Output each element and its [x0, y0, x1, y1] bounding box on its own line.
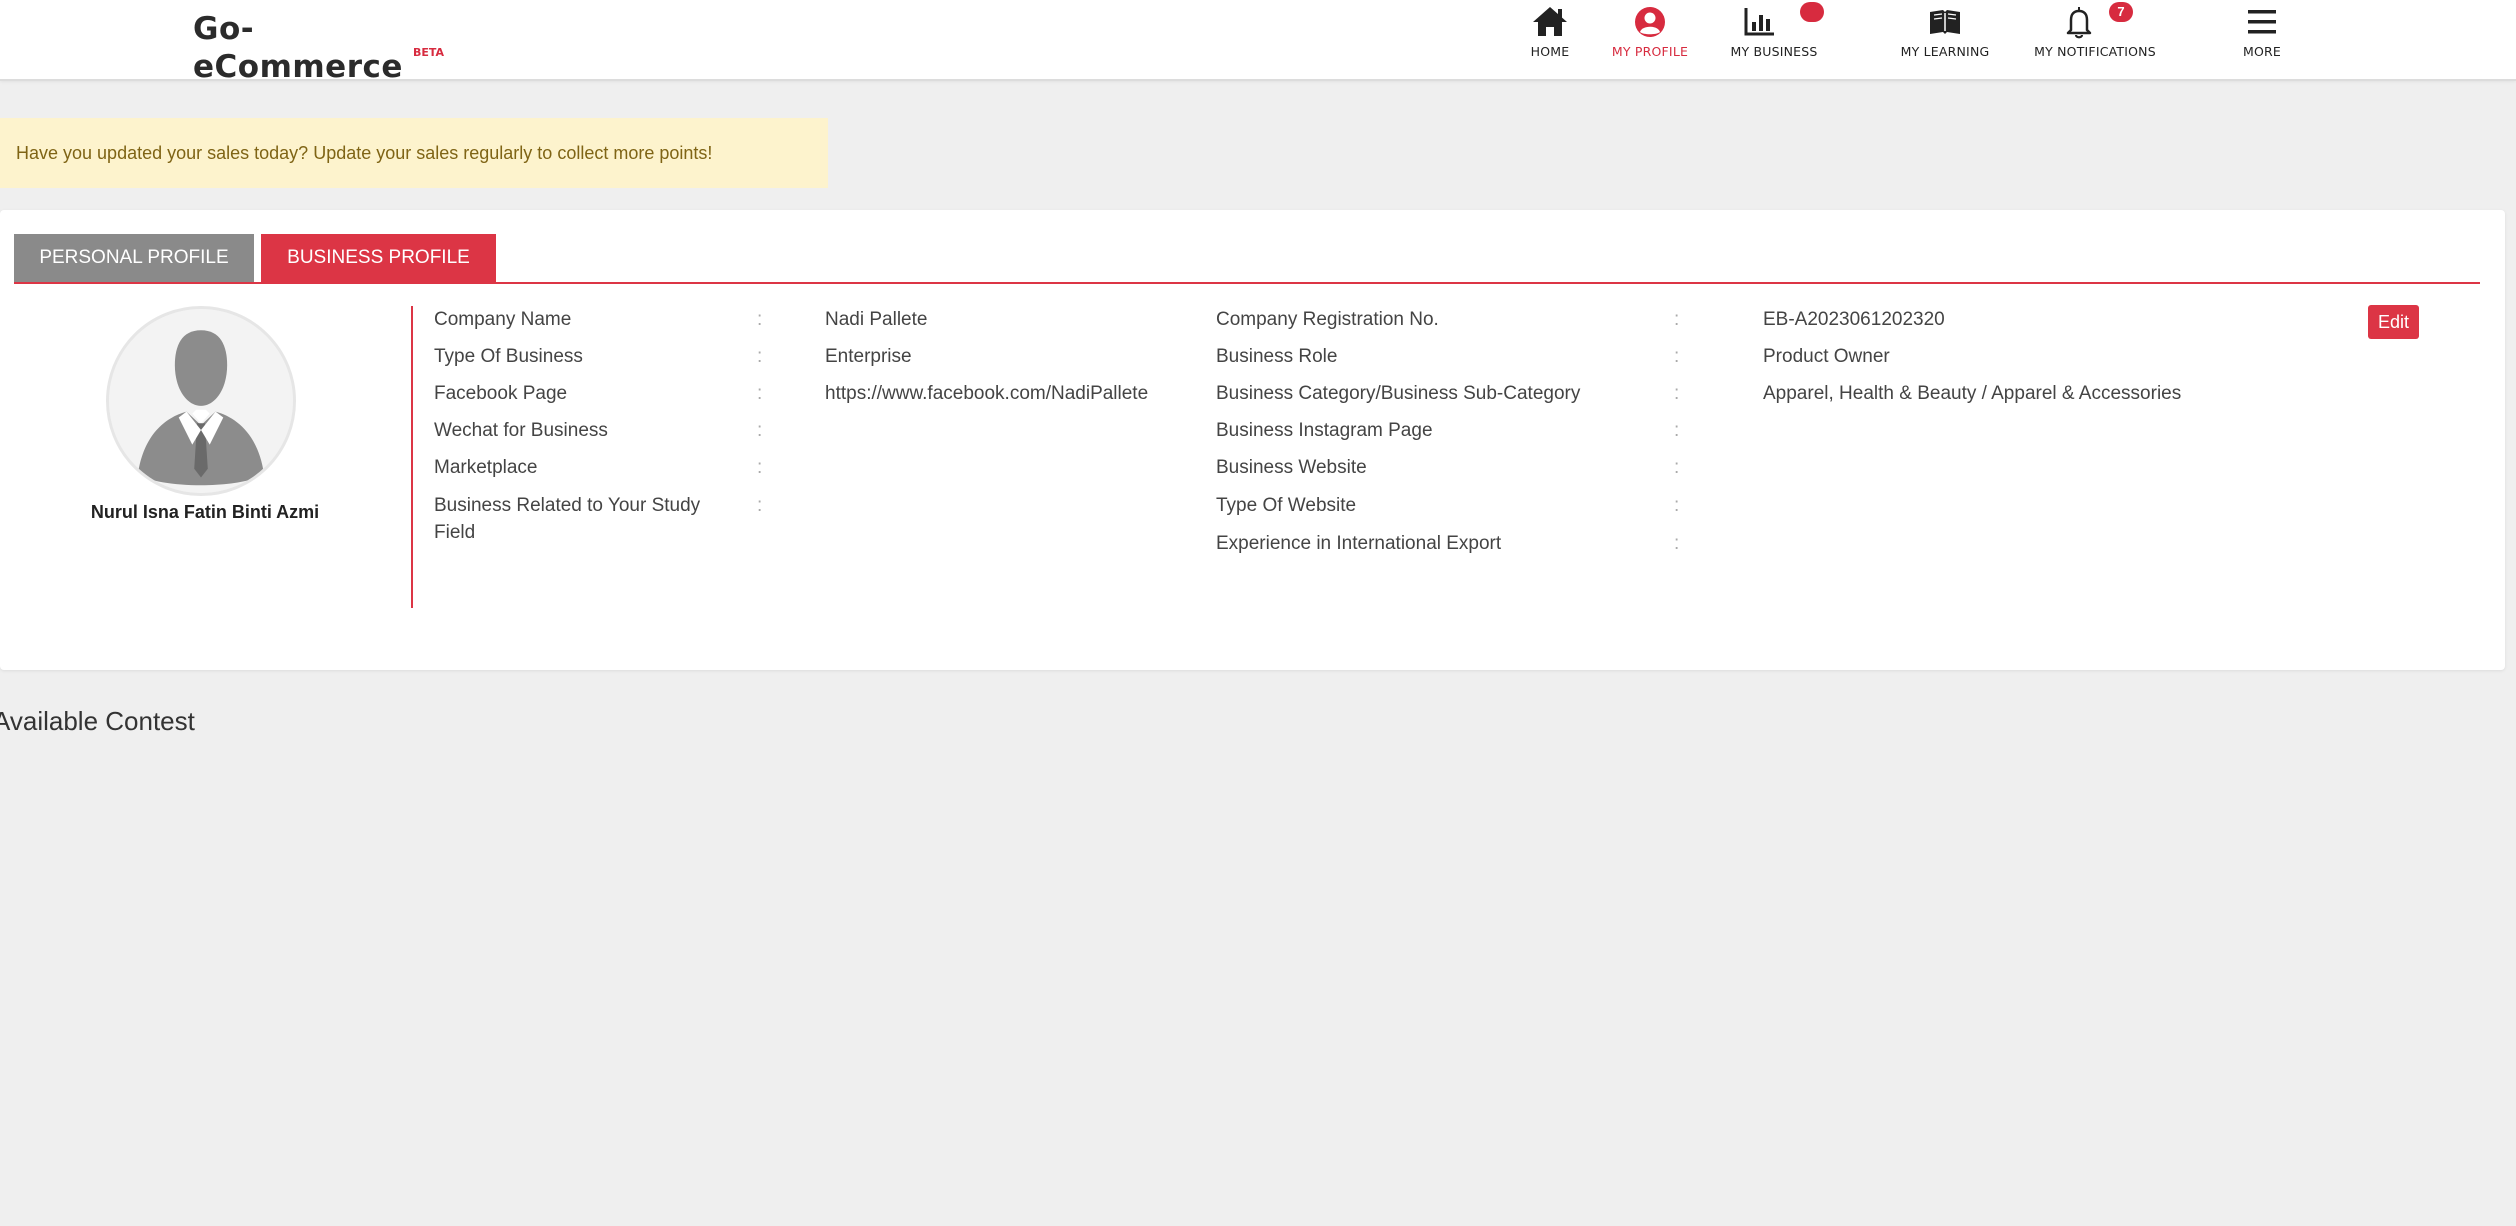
- field-value: EB-A2023061202320: [1763, 309, 1945, 330]
- field-separator: :: [1674, 457, 1680, 478]
- notifications-badge: 7: [2109, 2, 2133, 22]
- field-label: Experience in International Export: [1216, 533, 1502, 554]
- field-value: Nadi Pallete: [825, 309, 928, 330]
- vertical-divider: [411, 306, 413, 608]
- field-label: Wechat for Business: [434, 420, 608, 441]
- nav-my-notifications-label: MY NOTIFICATIONS: [2034, 44, 2156, 59]
- nav-home[interactable]: HOME: [1520, 0, 1580, 78]
- field-label: Company Registration No.: [1216, 309, 1439, 330]
- field-facebook-page: Facebook Page : https://www.facebook.com…: [434, 380, 1194, 408]
- field-label: Type Of Website: [1216, 495, 1357, 516]
- field-business-website: Business Website :: [1216, 454, 2356, 482]
- field-international-export: Experience in International Export :: [1216, 530, 2356, 558]
- field-business-role: Business Role : Product Owner: [1216, 343, 2356, 371]
- nav-my-learning-label: MY LEARNING: [1900, 44, 1990, 59]
- field-separator: :: [757, 346, 763, 367]
- nav-my-profile[interactable]: MY PROFILE: [1600, 0, 1700, 78]
- edit-button[interactable]: Edit: [2368, 305, 2419, 339]
- field-separator: :: [1674, 533, 1680, 554]
- field-separator: :: [757, 495, 763, 516]
- book-icon: [1925, 4, 1965, 40]
- nav-my-learning[interactable]: MY LEARNING: [1890, 0, 2000, 78]
- beta-tag: BETA: [413, 46, 445, 59]
- menu-icon: [2242, 4, 2282, 40]
- nav-my-profile-label: MY PROFILE: [1611, 44, 1689, 59]
- tab-business-profile[interactable]: BUSINESS PROFILE: [261, 234, 496, 282]
- nav-more[interactable]: MORE: [2238, 0, 2286, 78]
- tab-personal-profile[interactable]: PERSONAL PROFILE: [14, 234, 254, 282]
- nav-my-business[interactable]: MY BUSINESS: [1722, 0, 1826, 78]
- profile-user-name: Nurul Isna Fatin Binti Azmi: [90, 502, 320, 522]
- field-marketplace: Marketplace :: [434, 454, 1194, 482]
- business-badge: [1800, 2, 1824, 22]
- field-business-category: Business Category/Business Sub-Category …: [1216, 380, 2356, 408]
- field-label: Business Instagram Page: [1216, 420, 1433, 441]
- field-value: Apparel, Health & Beauty / Apparel & Acc…: [1763, 383, 2182, 404]
- facebook-link[interactable]: https://www.facebook.com/NadiPallete: [825, 380, 1148, 407]
- user-circle-icon: [1630, 4, 1670, 40]
- field-separator: :: [757, 383, 763, 404]
- field-company-registration: Company Registration No. : EB-A202306120…: [1216, 306, 2356, 334]
- nav-my-business-label: MY BUSINESS: [1730, 44, 1818, 59]
- field-type-of-business: Type Of Business : Enterprise: [434, 343, 1194, 371]
- bell-icon: [2059, 4, 2099, 40]
- person-silhouette-icon: [109, 309, 293, 493]
- home-icon: [1530, 4, 1570, 40]
- field-separator: :: [757, 420, 763, 441]
- nav-home-label: HOME: [1530, 44, 1570, 59]
- field-separator: :: [757, 309, 763, 330]
- field-label: Business Role: [1216, 346, 1338, 367]
- nav-my-notifications[interactable]: 7 MY NOTIFICATIONS: [2025, 0, 2165, 78]
- field-label: Type Of Business: [434, 346, 583, 367]
- tab-underline: [14, 282, 2480, 284]
- available-contest-heading: Available Contest: [0, 706, 260, 737]
- field-separator: :: [1674, 309, 1680, 330]
- field-separator: :: [757, 457, 763, 478]
- field-company-name: Company Name : Nadi Pallete: [434, 306, 1194, 334]
- profile-card: PERSONAL PROFILE BUSINESS PROFILE Nurul …: [0, 210, 2505, 670]
- field-label: Marketplace: [434, 457, 538, 478]
- field-separator: :: [1674, 420, 1680, 441]
- avatar: [106, 306, 296, 496]
- sales-reminder-alert: Have you updated your sales today? Updat…: [0, 118, 828, 188]
- field-separator: :: [1674, 346, 1680, 367]
- field-label: Business Related to Your Study Field: [434, 495, 701, 543]
- field-wechat: Wechat for Business :: [434, 417, 1194, 445]
- field-type-of-website: Type Of Website :: [1216, 492, 2356, 520]
- top-navigation-bar: Go-eCommerce BETA HOME MY PROFILE MY BUS…: [0, 0, 2516, 85]
- field-label: Company Name: [434, 309, 572, 330]
- field-label: Business Website: [1216, 457, 1367, 478]
- brand-logo[interactable]: Go-eCommerce BETA: [193, 10, 453, 86]
- field-separator: :: [1674, 383, 1680, 404]
- field-value: Product Owner: [1763, 346, 1890, 367]
- field-value: Enterprise: [825, 346, 912, 367]
- field-separator: :: [1674, 495, 1680, 516]
- field-label: Facebook Page: [434, 383, 568, 404]
- bar-chart-icon: [1740, 4, 1780, 40]
- nav-more-label: MORE: [2242, 44, 2281, 59]
- available-contest-title: Available Contest: [0, 706, 195, 736]
- field-business-related-study: Business Related to Your Study Field :: [434, 492, 1194, 548]
- field-instagram-page: Business Instagram Page :: [1216, 417, 2356, 445]
- field-label: Business Category/Business Sub-Category: [1216, 383, 1581, 404]
